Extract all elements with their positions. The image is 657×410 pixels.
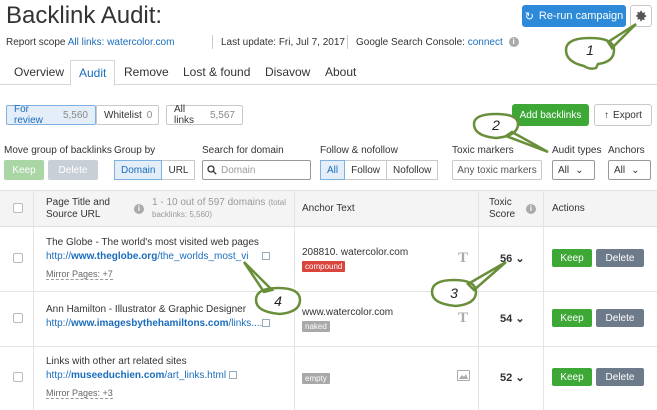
callout-number: 1: [586, 42, 594, 58]
callout-1: [564, 22, 637, 70]
callout-layer: [242, 22, 637, 316]
callout-number: 4: [274, 293, 282, 309]
follow-all-option[interactable]: All: [320, 160, 346, 180]
callout-number: 3: [450, 285, 458, 301]
callout-number: 2: [492, 117, 500, 133]
group-domain-option[interactable]: Domain: [114, 160, 163, 180]
